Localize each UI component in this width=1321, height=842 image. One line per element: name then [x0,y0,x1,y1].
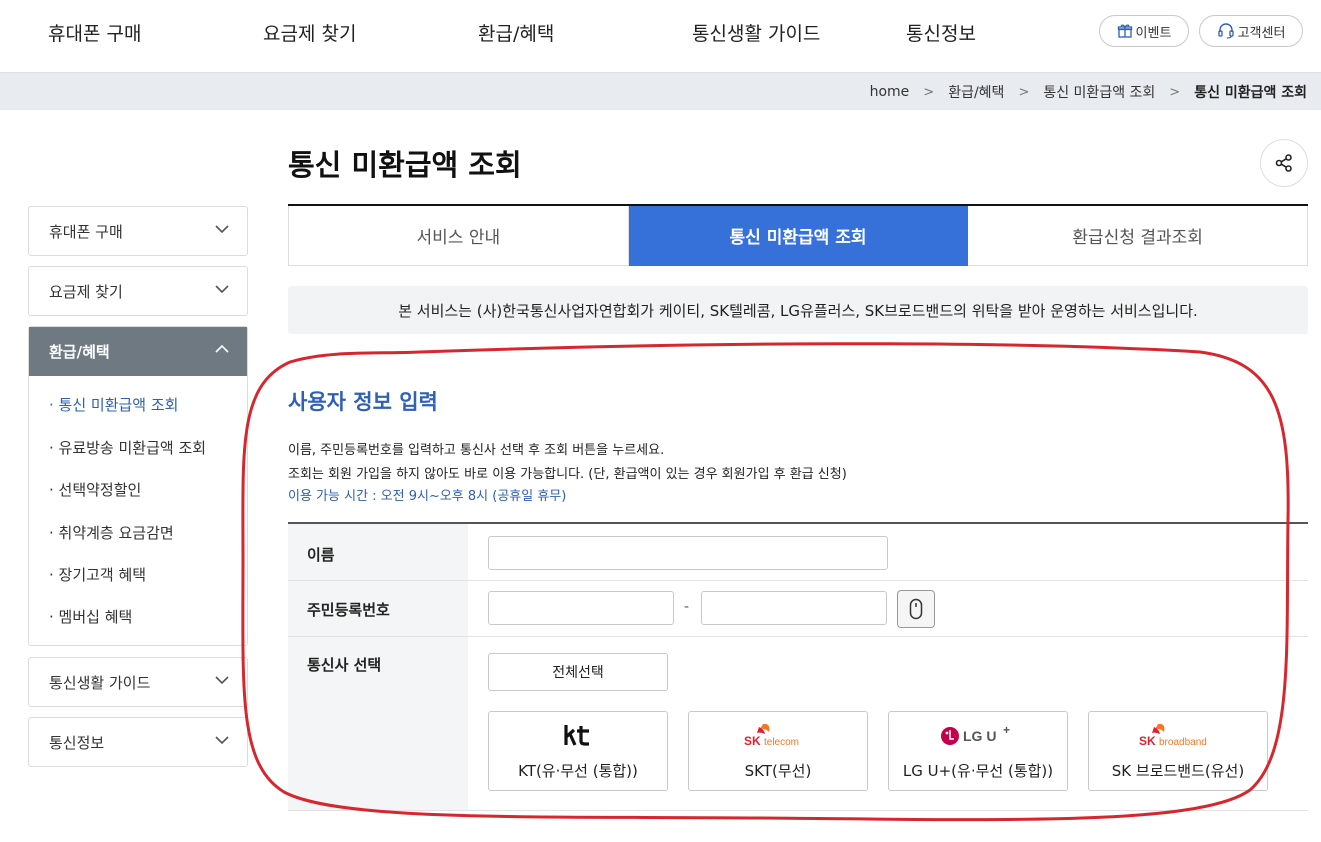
sidebar-item-label: 환급/혜택 [49,343,110,361]
chevron-up-icon [215,344,229,353]
sidebar-item-label: 통신생활 가이드 [49,674,151,692]
sidebar-subitem-paytv-unrefunded[interactable]: · 유료방송 미환급액 조회 [49,437,206,458]
sidebar-subitem-long-term-benefit[interactable]: · 장기고객 혜택 [49,564,146,585]
nav-refund-benefits[interactable]: 환급/혜택 [478,19,554,46]
headset-icon [1217,23,1234,39]
tab-service-guide[interactable]: 서비스 안내 [288,206,629,266]
nav-plan-finder[interactable]: 요금제 찾기 [263,19,356,46]
form-row-name: 이름 [288,524,1308,581]
sidebar-subitem-unrefunded-lookup[interactable]: · 통신 미환급액 조회 [49,394,178,415]
instruction-text: 이름, 주민등록번호를 입력하고 통신사 선택 후 조회 버튼을 누르세요. [288,443,665,458]
sidebar-item-label: 통신정보 [49,734,105,752]
select-all-button[interactable]: 전체선택 [488,653,668,691]
carrier-label: 통신사 선택 [307,656,382,674]
page-title: 통신 미환급액 조회 [288,148,522,182]
customer-center-button[interactable]: 고객센터 [1199,15,1303,47]
form-row-carrier: 통신사 선택 전체선택 KT(유·무선 (통합)) SK telecom SKT… [288,637,1308,811]
sidebar-item-label: 요금제 찾기 [49,283,123,301]
sidebar-item-telecom-guide[interactable]: 통신생활 가이드 [28,657,248,707]
sidebar-item-phone-purchase[interactable]: 휴대폰 구매 [28,206,248,256]
user-info-form: 이름 주민등록번호 - 통신사 선택 전체선택 KT(유·무선 (통합)) SK… [288,522,1308,811]
nav-telecom-info[interactable]: 통신정보 [906,19,976,46]
service-hours: 이용 가능 시간 : 오전 9시~오후 8시 (공휴일 휴무) [288,489,567,504]
chevron-down-icon [215,285,229,294]
sidebar-subitem-membership-benefit[interactable]: · 멤버십 혜택 [49,606,132,627]
lg-uplus-logo: LG U + [889,720,1067,750]
tab-refund-result[interactable]: 환급신청 결과조회 [968,206,1309,266]
rrn-label: 주민등록번호 [307,601,390,619]
event-button[interactable]: 이벤트 [1099,15,1189,47]
breadcrumb: home > 환급/혜택 > 통신 미환급액 조회 > 통신 미환급액 조회 [870,82,1307,102]
carrier-kt[interactable]: KT(유·무선 (통합)) [488,711,668,791]
content-tabs: 서비스 안내 통신 미환급액 조회 환급신청 결과조회 [288,204,1309,266]
chevron-down-icon [215,225,229,234]
rrn-back-input[interactable] [701,591,887,625]
gift-icon [1117,24,1132,38]
share-icon [1275,154,1292,172]
carrier-lgu[interactable]: LG U + LG U+(유·무선 (통합)) [888,711,1068,791]
breadcrumb-unrefunded-lookup[interactable]: 통신 미환급액 조회 [1043,82,1155,102]
carrier-skt[interactable]: SK telecom SKT(무선) [688,711,868,791]
sidebar-item-telecom-info[interactable]: 통신정보 [28,717,248,767]
top-navigation: 휴대폰 구매 요금제 찾기 환급/혜택 통신생활 가이드 통신정보 이벤트 고객… [0,0,1321,72]
rrn-separator: - [684,599,690,615]
carrier-name: LG U+(유·무선 (통합)) [902,762,1054,780]
mouse-icon [909,598,923,620]
sidebar-item-label: 휴대폰 구매 [49,223,123,241]
svg-text:LG U: LG U [963,728,996,744]
name-input[interactable] [488,536,888,570]
chevron-down-icon [215,676,229,685]
sidebar-item-refund-benefits[interactable]: 환급/혜택 [29,327,247,376]
svg-text:broadband: broadband [1159,737,1207,748]
sk-broadband-logo: SK broadband [1089,720,1267,750]
svg-text:+: + [1003,723,1010,737]
nav-telecom-guide[interactable]: 통신생활 가이드 [692,19,820,46]
carrier-sk-broadband[interactable]: SK broadband SK 브로드밴드(유선) [1088,711,1268,791]
sk-telecom-logo: SK telecom [689,720,867,750]
nav-phone-purchase[interactable]: 휴대폰 구매 [48,19,141,46]
svg-text:SK: SK [1139,734,1156,748]
customer-center-label: 고객센터 [1237,25,1286,41]
sidebar-subitem-vulnerable-discount[interactable]: · 취약계층 요금감면 [49,522,174,543]
carrier-name: SK 브로드밴드(유선) [1111,762,1245,780]
chevron-right-icon: > [1169,84,1181,100]
kt-logo [489,720,667,750]
breadcrumb-refund-benefits[interactable]: 환급/혜택 [948,82,1004,102]
breadcrumb-home[interactable]: home [870,84,910,100]
name-label: 이름 [307,546,335,564]
chevron-right-icon: > [1018,84,1030,100]
event-label: 이벤트 [1135,25,1172,41]
service-notice: 본 서비스는 (사)한국통신사업자연합회가 케이티, SK텔레콤, LG유플러스… [288,286,1308,334]
svg-text:telecom: telecom [764,737,799,748]
secure-keypad-button[interactable] [897,590,935,628]
membership-note: 조회는 회원 가입을 하지 않아도 바로 이용 가능합니다. (단, 환급액이 … [288,467,847,482]
chevron-right-icon: > [923,84,935,100]
form-row-rrn: 주민등록번호 - [288,581,1308,637]
chevron-down-icon [215,736,229,745]
sidebar-section-refund-benefits: 환급/혜택 · 통신 미환급액 조회 · 유료방송 미환급액 조회 · 선택약정… [28,326,248,646]
sidebar-item-plan-finder[interactable]: 요금제 찾기 [28,266,248,316]
svg-text:SK: SK [744,734,761,748]
rrn-front-input[interactable] [488,591,674,625]
carrier-name: SKT(무선) [744,762,812,780]
tab-unrefunded-lookup[interactable]: 통신 미환급액 조회 [628,206,969,266]
section-title: 사용자 정보 입력 [288,390,438,414]
breadcrumb-bar: home > 환급/혜택 > 통신 미환급액 조회 > 통신 미환급액 조회 [0,72,1321,110]
sidebar-subitem-contract-discount[interactable]: · 선택약정할인 [49,479,141,500]
share-button[interactable] [1260,139,1308,187]
carrier-name: KT(유·무선 (통합)) [518,762,638,780]
breadcrumb-current: 통신 미환급액 조회 [1194,85,1307,101]
